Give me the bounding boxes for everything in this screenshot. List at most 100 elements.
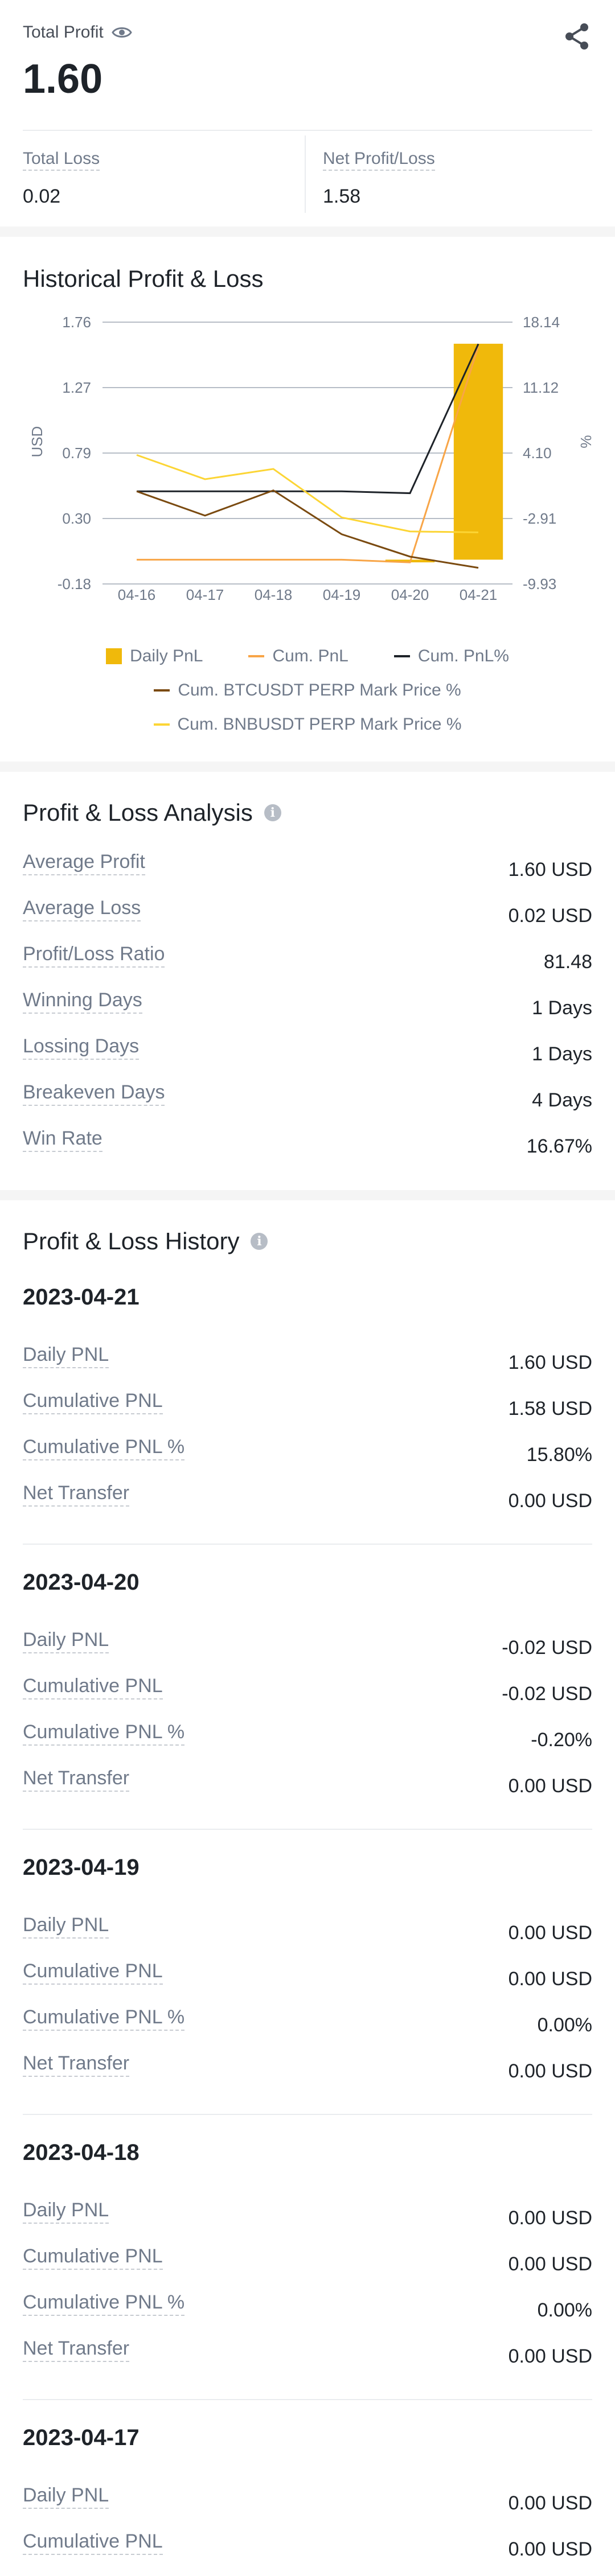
section-divider xyxy=(0,227,615,237)
analysis-row-label[interactable]: Winning Days xyxy=(23,989,142,1014)
analysis-row-label[interactable]: Lossing Days xyxy=(23,1035,140,1060)
series-line-2[interactable] xyxy=(137,343,479,495)
total-loss-label[interactable]: Total Loss xyxy=(23,149,100,171)
analysis-row: Winning Days 1 Days xyxy=(23,989,592,1035)
total-profit-label-group: Total Profit xyxy=(23,23,132,42)
eye-icon[interactable] xyxy=(111,25,132,40)
history-row-value: 15.80% xyxy=(526,1444,592,1466)
legend-item-bnb[interactable]: Cum. BNBUSDT PERP Mark Price % xyxy=(153,715,462,734)
history-row-label[interactable]: Daily PNL xyxy=(23,2484,109,2509)
y-right-tick: 11.12 xyxy=(523,379,559,396)
history-day-date: 2023-04-19 xyxy=(23,1855,140,1880)
analysis-row: Average Loss 0.02 USD xyxy=(23,896,592,943)
legend-item-btc[interactable]: Cum. BTCUSDT PERP Mark Price % xyxy=(154,681,461,700)
analysis-row: Breakeven Days 4 Days xyxy=(23,1081,592,1127)
daily-pnl-bar[interactable] xyxy=(453,343,503,560)
analysis-row-value: 81.48 xyxy=(543,951,592,973)
analysis-row-value: 0.02 USD xyxy=(508,905,592,927)
section-divider xyxy=(0,762,615,772)
history-day-date: 2023-04-17 xyxy=(23,2425,140,2450)
y-left-axis-label: USD xyxy=(28,426,46,458)
analysis-row-label[interactable]: Average Loss xyxy=(23,896,141,921)
y-right-tick: 18.14 xyxy=(523,314,560,331)
history-row-label[interactable]: Daily PNL xyxy=(23,2199,109,2224)
history-row-value: 0.00 USD xyxy=(508,2492,592,2514)
history-row-value: -0.02 USD xyxy=(502,1637,592,1659)
y-right-tick: 4.10 xyxy=(523,445,552,462)
history-row-label[interactable]: Cumulative PNL xyxy=(23,2245,163,2270)
y-left-tick: 0.79 xyxy=(62,445,91,462)
legend-label: Cum. PnL% xyxy=(417,647,509,665)
chart-legend: Daily PnL Cum. PnL Cum. PnL% Cum. BTCUSD… xyxy=(0,647,615,749)
history-row-label[interactable]: Cumulative PNL % xyxy=(23,1435,185,1460)
history-row-label[interactable]: Net Transfer xyxy=(23,1767,130,1792)
history-row-label[interactable]: Cumulative PNL % xyxy=(23,1721,185,1746)
history-row-value: 0.00 USD xyxy=(508,2345,592,2367)
legend-item-daily-pnl[interactable]: Daily PnL xyxy=(106,647,203,666)
history-row-value: 0.00 USD xyxy=(508,1968,592,1990)
analysis-row-label[interactable]: Breakeven Days xyxy=(23,1081,165,1106)
history-row-label[interactable]: Cumulative PNL xyxy=(23,2530,163,2555)
history-row: Cumulative PNL 1.58 USD xyxy=(23,1389,592,1435)
history-row: Cumulative PNL 0.00 USD xyxy=(23,2245,592,2291)
history-row-label[interactable]: Daily PNL xyxy=(23,1343,109,1368)
y-right-tick: -9.93 xyxy=(523,575,556,592)
history-row-value: 0.00 USD xyxy=(508,2207,592,2229)
history-row-value: 0.00% xyxy=(537,2299,592,2321)
history-list: 2023-04-21 Daily PNL 1.60 USD Cumulative PN… xyxy=(23,1285,592,2576)
history-row-label[interactable]: Net Transfer xyxy=(23,1482,130,1507)
analysis-row-label[interactable]: Profit/Loss Ratio xyxy=(23,943,165,968)
series-line-3[interactable] xyxy=(136,489,479,569)
analysis-row: Win Rate 16.67% xyxy=(23,1127,592,1173)
legend-swatch xyxy=(106,648,122,664)
history-day-date: 2023-04-21 xyxy=(23,1285,140,1310)
y-left-tick: 1.27 xyxy=(62,379,91,396)
analysis-row-label[interactable]: Win Rate xyxy=(23,1127,102,1152)
history-row: Daily PNL 0.00 USD xyxy=(23,1914,592,1960)
history-row-value: 0.00% xyxy=(537,2014,592,2036)
history-row-value: 0.00 USD xyxy=(508,2538,592,2560)
total-loss-block: Total Loss 0.02 xyxy=(23,149,100,208)
history-row-label[interactable]: Cumulative PNL xyxy=(23,1674,163,1699)
history-row-label[interactable]: Cumulative PNL xyxy=(23,1389,163,1414)
history-row: Cumulative PNL % 0.00% xyxy=(23,2291,592,2337)
history-row: Net Transfer 0.00 USD xyxy=(23,2337,592,2383)
info-icon[interactable]: i xyxy=(264,804,281,821)
history-row-value: 1.60 USD xyxy=(508,1352,592,1373)
pnl-chart[interactable]: 1.76 18.14 1.27 11.12 0.79 4.10 0.30 -2.91 -0.18… xyxy=(0,305,615,624)
net-profit-label[interactable]: Net Profit/Loss xyxy=(323,149,435,171)
history-row-label[interactable]: Daily PNL xyxy=(23,1628,109,1653)
analysis-row-label[interactable]: Average Profit xyxy=(23,850,145,875)
analysis-list: Average Profit 1.60 USD Average Loss 0.02 U… xyxy=(23,850,592,1173)
history-row: Cumulative PNL % 15.80% xyxy=(23,1435,592,1482)
history-row-value: 0.00 USD xyxy=(508,2060,592,2082)
total-profit-label: Total Profit xyxy=(23,23,104,42)
history-row-label[interactable]: Net Transfer xyxy=(23,2337,130,2362)
info-icon[interactable]: i xyxy=(251,1233,268,1250)
legend-item-cum-pnl-pct[interactable]: Cum. PnL% xyxy=(393,647,509,666)
history-row-label[interactable]: Net Transfer xyxy=(23,2052,130,2077)
chart-title: Historical Profit & Loss xyxy=(23,265,264,292)
legend-item-cum-pnl[interactable]: Cum. PnL xyxy=(248,647,348,666)
history-row-value: 0.00 USD xyxy=(508,1775,592,1797)
history-day-block: 2023-04-18 Daily PNL 0.00 USD Cumulative PN… xyxy=(23,2140,592,2400)
y-left-tick: -0.18 xyxy=(58,575,91,592)
section-divider xyxy=(0,1190,615,1200)
series-line-4[interactable] xyxy=(136,454,479,533)
history-row-label[interactable]: Cumulative PNL % xyxy=(23,2291,185,2316)
history-row: Cumulative PNL 0.00 USD xyxy=(23,2530,592,2576)
history-row: Net Transfer 0.00 USD xyxy=(23,2052,592,2098)
analysis-row-value: 1 Days xyxy=(532,1043,592,1065)
legend-label: Cum. BTCUSDT PERP Mark Price % xyxy=(178,681,461,699)
history-row-label[interactable]: Daily PNL xyxy=(23,1914,109,1939)
y-right-tick: -2.91 xyxy=(523,510,556,527)
history-row-label[interactable]: Cumulative PNL xyxy=(23,1960,163,1985)
share-icon[interactable] xyxy=(563,22,592,51)
y-left-tick: 1.76 xyxy=(62,314,91,331)
history-row: Daily PNL 1.60 USD xyxy=(23,1343,592,1389)
x-tick-label: 04-18 xyxy=(255,586,293,603)
total-loss-value: 0.02 xyxy=(23,186,61,207)
legend-label: Cum. BNBUSDT PERP Mark Price % xyxy=(177,715,462,734)
history-row-label[interactable]: Cumulative PNL % xyxy=(23,2006,185,2031)
history-row-value: -0.02 USD xyxy=(502,1683,592,1705)
